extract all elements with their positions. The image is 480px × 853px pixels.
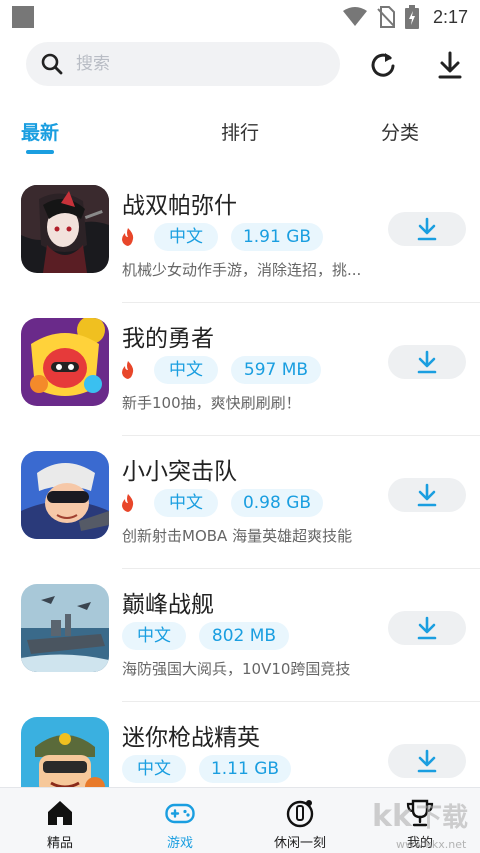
refresh-icon[interactable] bbox=[368, 50, 398, 80]
timer-icon bbox=[286, 800, 314, 828]
watermark-logo: kk 下载 www.kkx.net bbox=[372, 799, 468, 851]
nav-label: 精品 bbox=[46, 836, 73, 851]
search-input[interactable] bbox=[76, 54, 316, 74]
download-button[interactable] bbox=[388, 212, 466, 246]
app-icon bbox=[21, 584, 109, 672]
app-name: 迷你枪战精英 bbox=[122, 725, 260, 751]
language-tag: 中文 bbox=[154, 489, 218, 517]
language-tag: 中文 bbox=[122, 622, 186, 650]
nav-casual[interactable]: 休闲一刻 bbox=[240, 788, 360, 853]
tab-latest[interactable]: 最新 bbox=[0, 118, 80, 145]
download-button[interactable] bbox=[388, 744, 466, 778]
tab-indicator bbox=[26, 150, 54, 154]
tab-ranking[interactable]: 排行 bbox=[200, 118, 280, 145]
app-name: 小小突击队 bbox=[122, 459, 237, 485]
app-name: 战双帕弥什 bbox=[122, 193, 237, 219]
app-icon bbox=[21, 185, 109, 273]
hot-icon bbox=[122, 228, 134, 246]
download-button[interactable] bbox=[388, 611, 466, 645]
app-icon bbox=[21, 318, 109, 406]
download-icon bbox=[417, 350, 437, 374]
nav-featured[interactable]: 精品 bbox=[0, 788, 120, 853]
svg-text:下载: 下载 bbox=[416, 803, 468, 833]
language-tag: 中文 bbox=[154, 223, 218, 251]
list-item[interactable]: 战双帕弥什 中文 1.91 GB 机械少女动作手游，消除连招，挑... bbox=[0, 170, 480, 303]
size-tag: 1.91 GB bbox=[231, 223, 323, 251]
app-description: 创新射击MOBA 海量英雄超爽技能 bbox=[122, 527, 353, 545]
tab-category[interactable]: 分类 bbox=[360, 118, 440, 145]
status-bar: 2:17 bbox=[0, 0, 480, 34]
size-tag: 802 MB bbox=[199, 622, 289, 650]
download-button[interactable] bbox=[388, 478, 466, 512]
nav-label: 休闲一刻 bbox=[273, 836, 326, 851]
download-icon bbox=[417, 749, 437, 773]
home-icon bbox=[48, 801, 72, 825]
language-tag: 中文 bbox=[122, 755, 186, 783]
category-tabs: 最新 排行 分类 bbox=[0, 118, 480, 164]
svg-text:www.kkx.net: www.kkx.net bbox=[396, 838, 467, 851]
gamepad-icon bbox=[165, 803, 195, 824]
svg-text:kk: kk bbox=[372, 799, 413, 834]
language-tag: 中文 bbox=[154, 356, 218, 384]
download-button[interactable] bbox=[388, 345, 466, 379]
download-icon bbox=[417, 483, 437, 507]
nav-games[interactable]: 游戏 bbox=[120, 788, 240, 853]
status-icons: 2:17 bbox=[342, 5, 468, 29]
status-time: 2:17 bbox=[432, 6, 468, 27]
list-item[interactable]: 小小突击队 中文 0.98 GB 创新射击MOBA 海量英雄超爽技能 bbox=[0, 436, 480, 569]
list-item[interactable]: 我的勇者 中文 597 MB 新手100抽，爽快刷刷刷！ bbox=[0, 303, 480, 436]
search-box[interactable] bbox=[26, 42, 340, 86]
battery-icon bbox=[404, 5, 419, 29]
size-tag: 1.11 GB bbox=[199, 755, 291, 783]
app-name: 巅峰战舰 bbox=[122, 592, 214, 618]
app-description: 新手100抽，爽快刷刷刷！ bbox=[122, 394, 301, 412]
top-bar bbox=[0, 42, 480, 86]
nav-label: 游戏 bbox=[166, 836, 193, 851]
size-tag: 597 MB bbox=[231, 356, 321, 384]
app-description: 机械少女动作手游，消除连招，挑... bbox=[122, 261, 362, 279]
app-description: 海防强国大阅兵，10V10跨国竞技 bbox=[122, 660, 351, 678]
app-name: 我的勇者 bbox=[122, 326, 214, 352]
download-icon bbox=[417, 616, 437, 640]
hot-icon bbox=[122, 361, 134, 379]
download-manager-icon[interactable] bbox=[436, 50, 464, 80]
wifi-icon bbox=[342, 7, 367, 26]
notification-icon bbox=[12, 6, 34, 28]
download-icon bbox=[417, 217, 437, 241]
no-sim-icon bbox=[377, 6, 395, 28]
app-icon bbox=[21, 451, 109, 539]
list-item[interactable]: 巅峰战舰 中文 802 MB 海防强国大阅兵，10V10跨国竞技 bbox=[0, 569, 480, 702]
hot-icon bbox=[122, 494, 134, 512]
search-icon bbox=[41, 53, 63, 75]
size-tag: 0.98 GB bbox=[231, 489, 323, 517]
